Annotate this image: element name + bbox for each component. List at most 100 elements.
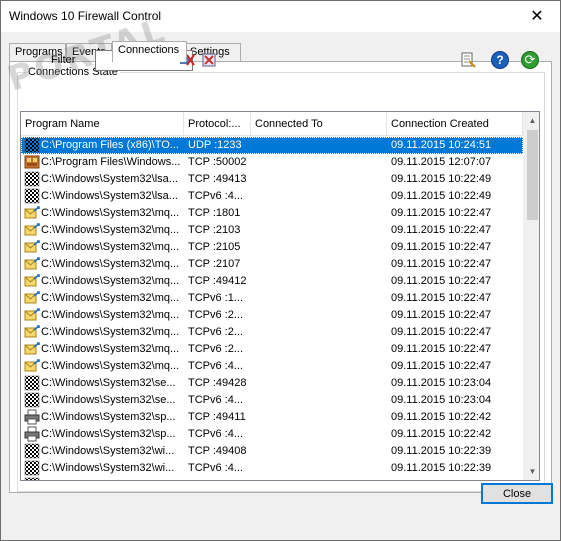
table-row[interactable]: C:\Windows\System32\mq... TCPv6 :4... 09.1… <box>21 358 523 375</box>
protocol-cell: TCP :2103 <box>188 224 241 236</box>
export-list-icon[interactable] <box>459 51 477 69</box>
connection-created-cell: 09.11.2015 10:22:42 <box>391 411 492 423</box>
printer-program-icon <box>24 426 40 442</box>
envelope-program-icon <box>24 222 40 238</box>
connected-to-cell <box>255 460 387 477</box>
connected-to-cell <box>255 205 387 222</box>
program-name-cell: C:\Windows\System32\lsa... <box>41 173 178 185</box>
connection-created-cell: 09.11.2015 10:22:47 <box>391 275 492 287</box>
protocol-cell: TCP :49413 <box>188 173 247 185</box>
program-name-cell: C:\Windows\System32\mq... <box>41 241 180 253</box>
column-header-protocol[interactable]: Protocol:... <box>184 112 251 136</box>
program-name-cell: C:\Windows\System32\mq... <box>41 343 180 355</box>
program-name-cell: C:\Windows\System32\sp... <box>41 428 176 440</box>
table-row[interactable]: C:\Windows\System32\mq... TCP :1801 09.11.… <box>21 205 523 222</box>
connection-created-cell: 09.11.2015 10:22:47 <box>391 309 492 321</box>
envelope-program-icon <box>24 290 40 306</box>
refresh-icon[interactable]: ⟳ <box>521 51 539 69</box>
help-icon[interactable]: ? <box>491 51 509 69</box>
program-name-cell: C:\Windows\System32\mq... <box>41 224 180 236</box>
connection-created-cell: 09.11.2015 10:23:04 <box>391 377 492 389</box>
connection-created-cell: 09.11.2015 10:22:47 <box>391 292 492 304</box>
scrollbar-thumb[interactable] <box>527 130 538 220</box>
window-close-icon[interactable]: ✕ <box>514 1 560 31</box>
table-row[interactable]: C:\Windows\System32\se... TCP :49428 09.11… <box>21 375 523 392</box>
protocol-cell: TCP :49428 <box>188 377 247 389</box>
connection-created-cell: 09.11.2015 10:22:42 <box>391 428 492 440</box>
table-row[interactable]: C:\Windows\System32\mq... TCPv6 :2... 09.1… <box>21 307 523 324</box>
table-row[interactable]: C:\Windows\System32\lsa... TCPv6 :4... 09.… <box>21 188 523 205</box>
program-name-cell: C:\Windows\System32\mq... <box>41 309 180 321</box>
connected-to-cell <box>255 171 387 188</box>
table-row[interactable]: C:\Program Files\Windows... TCP :50002 09.… <box>21 154 523 171</box>
table-row[interactable]: C:\Windows\System32\wi... TCP :49408 09.11… <box>21 443 523 460</box>
connected-to-cell <box>255 188 387 205</box>
connection-created-cell: 09.11.2015 10:22:47 <box>391 343 492 355</box>
column-header-connected-to[interactable]: Connected To <box>251 112 387 136</box>
program-name-cell: C:\Windows\System32\mq... <box>41 275 180 287</box>
table-row[interactable]: C:\Windows\System32\mq... TCPv6 :2... 09.1… <box>21 341 523 358</box>
protocol-cell: UDP :3702 <box>188 477 251 480</box>
connected-to-cell <box>255 273 387 290</box>
close-button[interactable]: Close <box>481 483 553 504</box>
protocol-cell: UDP :1233 <box>188 139 242 151</box>
table-row[interactable]: C:\Windows\System32\mq... TCPv6 :2... 09.1… <box>21 324 523 341</box>
table-row[interactable]: C:\Windows\System32\mq... TCP :2107 09.11.… <box>21 256 523 273</box>
table-row[interactable]: Device Association Frame... UDP :3702 09.1… <box>21 477 523 480</box>
connection-created-cell: 09.11.2015 10:22:47 <box>391 360 492 372</box>
list-header: Program Name Protocol:... Connected To C… <box>21 112 523 136</box>
table-row[interactable]: C:\Windows\System32\mq... TCP :2105 09.11.… <box>21 239 523 256</box>
connections-list[interactable]: Program Name Protocol:... Connected To C… <box>20 111 540 481</box>
connected-to-cell <box>255 239 387 256</box>
list-body: C:\Program Files (x86)\TO... UDP :1233 09.… <box>21 137 523 480</box>
table-row[interactable]: C:\Windows\System32\sp... TCPv6 :4... 09.1… <box>21 426 523 443</box>
table-row[interactable]: C:\Windows\System32\se... TCPv6 :4... 09.1… <box>21 392 523 409</box>
table-row[interactable]: C:\Windows\System32\mq... TCP :49412 09.11… <box>21 273 523 290</box>
checker-program-icon <box>24 460 40 476</box>
table-row[interactable]: C:\Windows\System32\mq... TCPv6 :1... 09.1… <box>21 290 523 307</box>
table-row[interactable]: C:\Windows\System32\lsa... TCP :49413 09.1… <box>21 171 523 188</box>
vertical-scrollbar[interactable]: ▲ ▼ <box>523 112 539 480</box>
table-row[interactable]: C:\Program Files (x86)\TO... UDP :1233 09.… <box>21 137 523 154</box>
checker-program-icon <box>24 137 40 153</box>
connection-created-cell: 09.11.2015 10:22:49 <box>391 190 492 202</box>
protocol-cell: TCPv6 :1... <box>188 292 244 304</box>
table-row[interactable]: C:\Windows\System32\mq... TCP :2103 09.11.… <box>21 222 523 239</box>
program-name-cell: C:\Windows\System32\lsa... <box>41 190 178 202</box>
block-connection-icon[interactable] <box>200 51 218 69</box>
scroll-down-icon[interactable]: ▼ <box>524 463 539 480</box>
column-header-program-name[interactable]: Program Name <box>21 112 184 136</box>
protocol-cell: TCPv6 :4... <box>188 394 244 406</box>
program-name-cell: C:\Program Files (x86)\TO... <box>41 139 179 151</box>
table-row[interactable]: C:\Windows\System32\wi... TCPv6 :4... 09.1… <box>21 460 523 477</box>
program-name-cell: C:\Windows\System32\wi... <box>41 445 175 457</box>
connected-to-cell <box>255 137 387 154</box>
connected-to-cell <box>255 256 387 273</box>
tab-connections[interactable]: Connections <box>112 41 187 62</box>
connected-to-cell <box>255 443 387 460</box>
table-row[interactable]: C:\Windows\System32\sp... TCP :49411 09.11… <box>21 409 523 426</box>
connected-to-cell <box>255 341 387 358</box>
filter-label: Filter <box>51 54 76 66</box>
program-name-cell: C:\Windows\System32\wi... <box>41 462 175 474</box>
checker-program-icon <box>24 188 40 204</box>
connected-to-cell <box>255 324 387 341</box>
connected-to-cell <box>255 358 387 375</box>
connected-to-cell <box>255 426 387 443</box>
envelope-program-icon <box>24 239 40 255</box>
connected-to-cell <box>255 290 387 307</box>
envelope-program-icon <box>24 324 40 340</box>
connected-to-cell <box>255 307 387 324</box>
scroll-up-icon[interactable]: ▲ <box>524 112 539 129</box>
checker-program-icon <box>24 171 40 187</box>
envelope-program-icon <box>24 358 40 374</box>
connected-to-cell <box>255 222 387 239</box>
column-header-connection-created[interactable]: Connection Created <box>387 112 523 136</box>
program-name-cell: C:\Windows\System32\se... <box>41 394 176 406</box>
printer-program-icon <box>24 409 40 425</box>
connected-to-cell <box>255 154 387 171</box>
envelope-program-icon <box>24 256 40 272</box>
program-name-cell: C:\Windows\System32\sp... <box>41 411 176 423</box>
protocol-cell: TCP :49408 <box>188 445 247 457</box>
program-name-cell: C:\Windows\System32\mq... <box>41 326 180 338</box>
